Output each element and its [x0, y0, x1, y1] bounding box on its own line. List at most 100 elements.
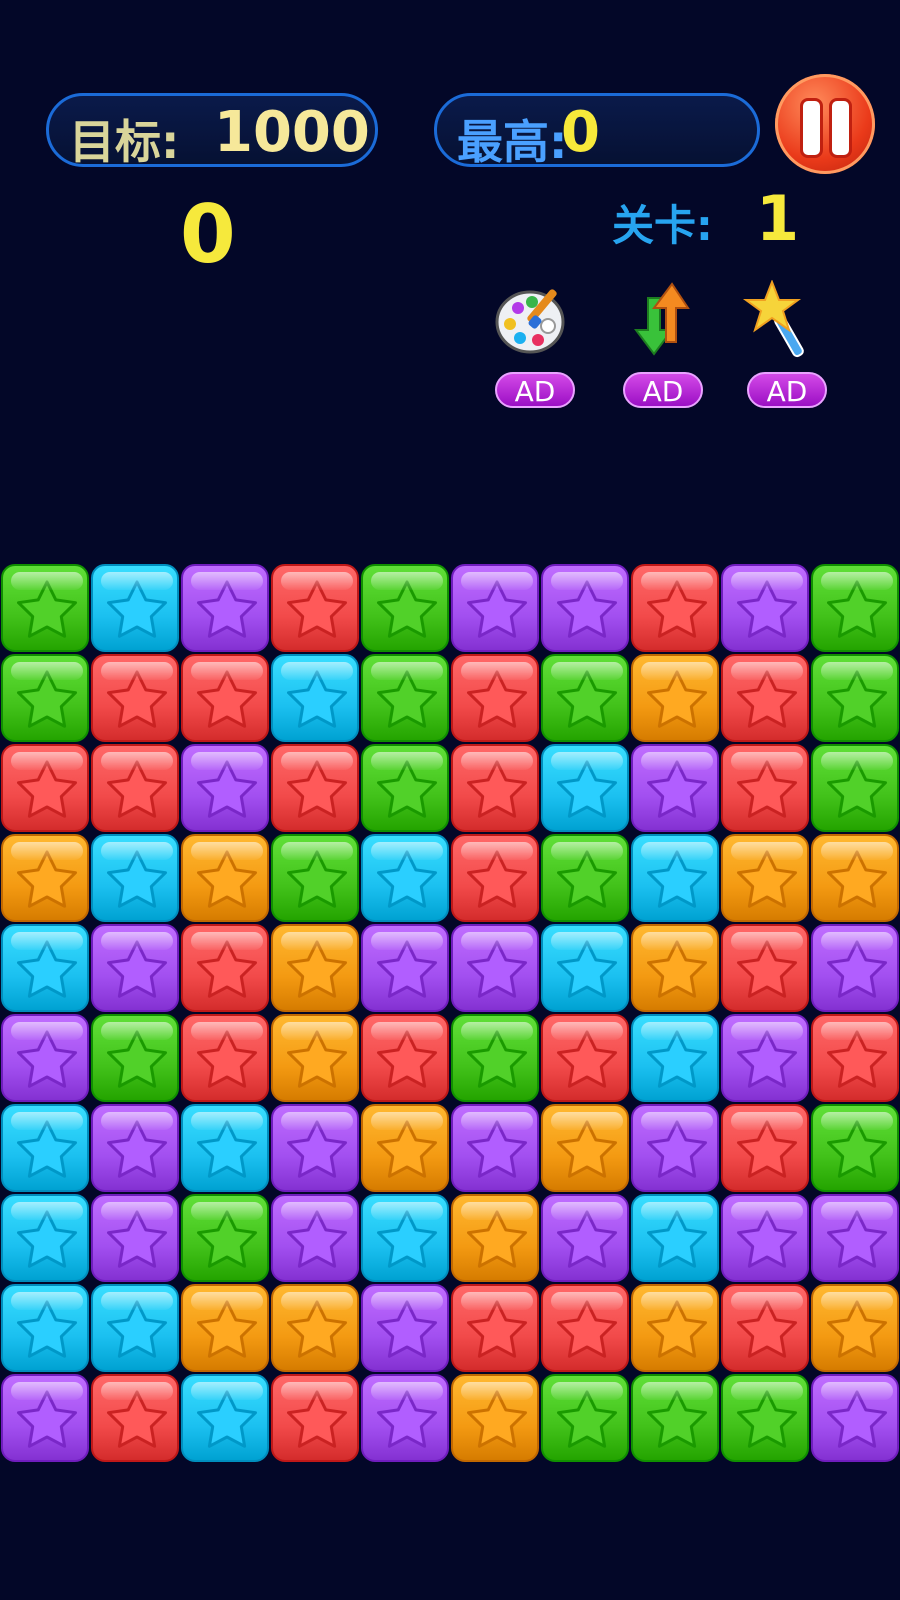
tile-orange[interactable] — [451, 1374, 539, 1462]
tile-green[interactable] — [631, 1374, 719, 1462]
tile-red[interactable] — [451, 834, 539, 922]
tile-blue[interactable] — [361, 1194, 449, 1282]
tile-red[interactable] — [271, 744, 359, 832]
tile-green[interactable] — [361, 654, 449, 742]
tile-orange[interactable] — [811, 834, 899, 922]
tile-purple[interactable] — [811, 924, 899, 1012]
tile-purple[interactable] — [451, 924, 539, 1012]
tile-blue[interactable] — [181, 1374, 269, 1462]
tile-red[interactable] — [721, 1104, 809, 1192]
tile-red[interactable] — [721, 654, 809, 742]
tile-purple[interactable] — [181, 744, 269, 832]
tile-green[interactable] — [541, 1374, 629, 1462]
tile-purple[interactable] — [271, 1194, 359, 1282]
paint-tool-button[interactable]: AD — [490, 280, 580, 408]
tile-red[interactable] — [721, 924, 809, 1012]
pause-button[interactable] — [775, 74, 875, 174]
tile-green[interactable] — [271, 834, 359, 922]
tile-red[interactable] — [721, 1284, 809, 1372]
tile-orange[interactable] — [721, 834, 809, 922]
tile-red[interactable] — [91, 1374, 179, 1462]
tile-orange[interactable] — [451, 1194, 539, 1282]
tile-blue[interactable] — [361, 834, 449, 922]
tile-red[interactable] — [451, 744, 539, 832]
tile-purple[interactable] — [91, 1104, 179, 1192]
tile-blue[interactable] — [91, 834, 179, 922]
tile-red[interactable] — [361, 1014, 449, 1102]
tile-purple[interactable] — [541, 1194, 629, 1282]
tile-red[interactable] — [181, 924, 269, 1012]
tile-green[interactable] — [811, 564, 899, 652]
tile-purple[interactable] — [631, 744, 719, 832]
tile-orange[interactable] — [541, 1104, 629, 1192]
tile-purple[interactable] — [721, 1014, 809, 1102]
tile-red[interactable] — [271, 1374, 359, 1462]
tile-red[interactable] — [541, 1284, 629, 1372]
tile-red[interactable] — [541, 1014, 629, 1102]
tile-green[interactable] — [541, 654, 629, 742]
tile-green[interactable] — [1, 654, 89, 742]
tile-green[interactable] — [451, 1014, 539, 1102]
tile-red[interactable] — [811, 1014, 899, 1102]
tile-purple[interactable] — [451, 564, 539, 652]
tile-blue[interactable] — [541, 744, 629, 832]
tile-green[interactable] — [811, 654, 899, 742]
tile-orange[interactable] — [631, 654, 719, 742]
tile-purple[interactable] — [91, 924, 179, 1012]
tile-blue[interactable] — [91, 1284, 179, 1372]
tile-blue[interactable] — [631, 834, 719, 922]
tile-blue[interactable] — [91, 564, 179, 652]
tile-green[interactable] — [361, 564, 449, 652]
tile-red[interactable] — [631, 564, 719, 652]
swap-tool-button[interactable]: AD — [618, 280, 708, 408]
tile-green[interactable] — [1, 564, 89, 652]
tile-purple[interactable] — [1, 1014, 89, 1102]
tile-purple[interactable] — [541, 564, 629, 652]
tile-blue[interactable] — [271, 654, 359, 742]
tile-red[interactable] — [91, 654, 179, 742]
tile-orange[interactable] — [631, 924, 719, 1012]
tile-purple[interactable] — [1, 1374, 89, 1462]
tile-purple[interactable] — [181, 564, 269, 652]
tile-blue[interactable] — [631, 1194, 719, 1282]
tile-purple[interactable] — [271, 1104, 359, 1192]
tile-blue[interactable] — [631, 1014, 719, 1102]
tile-orange[interactable] — [271, 1284, 359, 1372]
tile-orange[interactable] — [271, 924, 359, 1012]
wand-tool-button[interactable]: AD — [742, 279, 832, 408]
tile-green[interactable] — [541, 834, 629, 922]
tile-purple[interactable] — [721, 564, 809, 652]
tile-red[interactable] — [271, 564, 359, 652]
tile-green[interactable] — [91, 1014, 179, 1102]
tile-blue[interactable] — [181, 1104, 269, 1192]
tile-blue[interactable] — [541, 924, 629, 1012]
tile-blue[interactable] — [1, 1104, 89, 1192]
tile-red[interactable] — [451, 654, 539, 742]
tile-red[interactable] — [91, 744, 179, 832]
tile-green[interactable] — [811, 744, 899, 832]
tile-red[interactable] — [721, 744, 809, 832]
tile-green[interactable] — [721, 1374, 809, 1462]
tile-purple[interactable] — [451, 1104, 539, 1192]
tile-purple[interactable] — [361, 924, 449, 1012]
tile-orange[interactable] — [631, 1284, 719, 1372]
tile-purple[interactable] — [811, 1194, 899, 1282]
tile-green[interactable] — [181, 1194, 269, 1282]
tile-red[interactable] — [1, 744, 89, 832]
tile-purple[interactable] — [631, 1104, 719, 1192]
tile-orange[interactable] — [271, 1014, 359, 1102]
tile-blue[interactable] — [1, 1194, 89, 1282]
tile-blue[interactable] — [1, 924, 89, 1012]
tile-orange[interactable] — [181, 1284, 269, 1372]
tile-purple[interactable] — [721, 1194, 809, 1282]
tile-purple[interactable] — [91, 1194, 179, 1282]
tile-red[interactable] — [181, 1014, 269, 1102]
tile-orange[interactable] — [811, 1284, 899, 1372]
tile-purple[interactable] — [811, 1374, 899, 1462]
tile-red[interactable] — [181, 654, 269, 742]
tile-green[interactable] — [811, 1104, 899, 1192]
tile-orange[interactable] — [361, 1104, 449, 1192]
tile-orange[interactable] — [1, 834, 89, 922]
tile-purple[interactable] — [361, 1374, 449, 1462]
tile-purple[interactable] — [361, 1284, 449, 1372]
